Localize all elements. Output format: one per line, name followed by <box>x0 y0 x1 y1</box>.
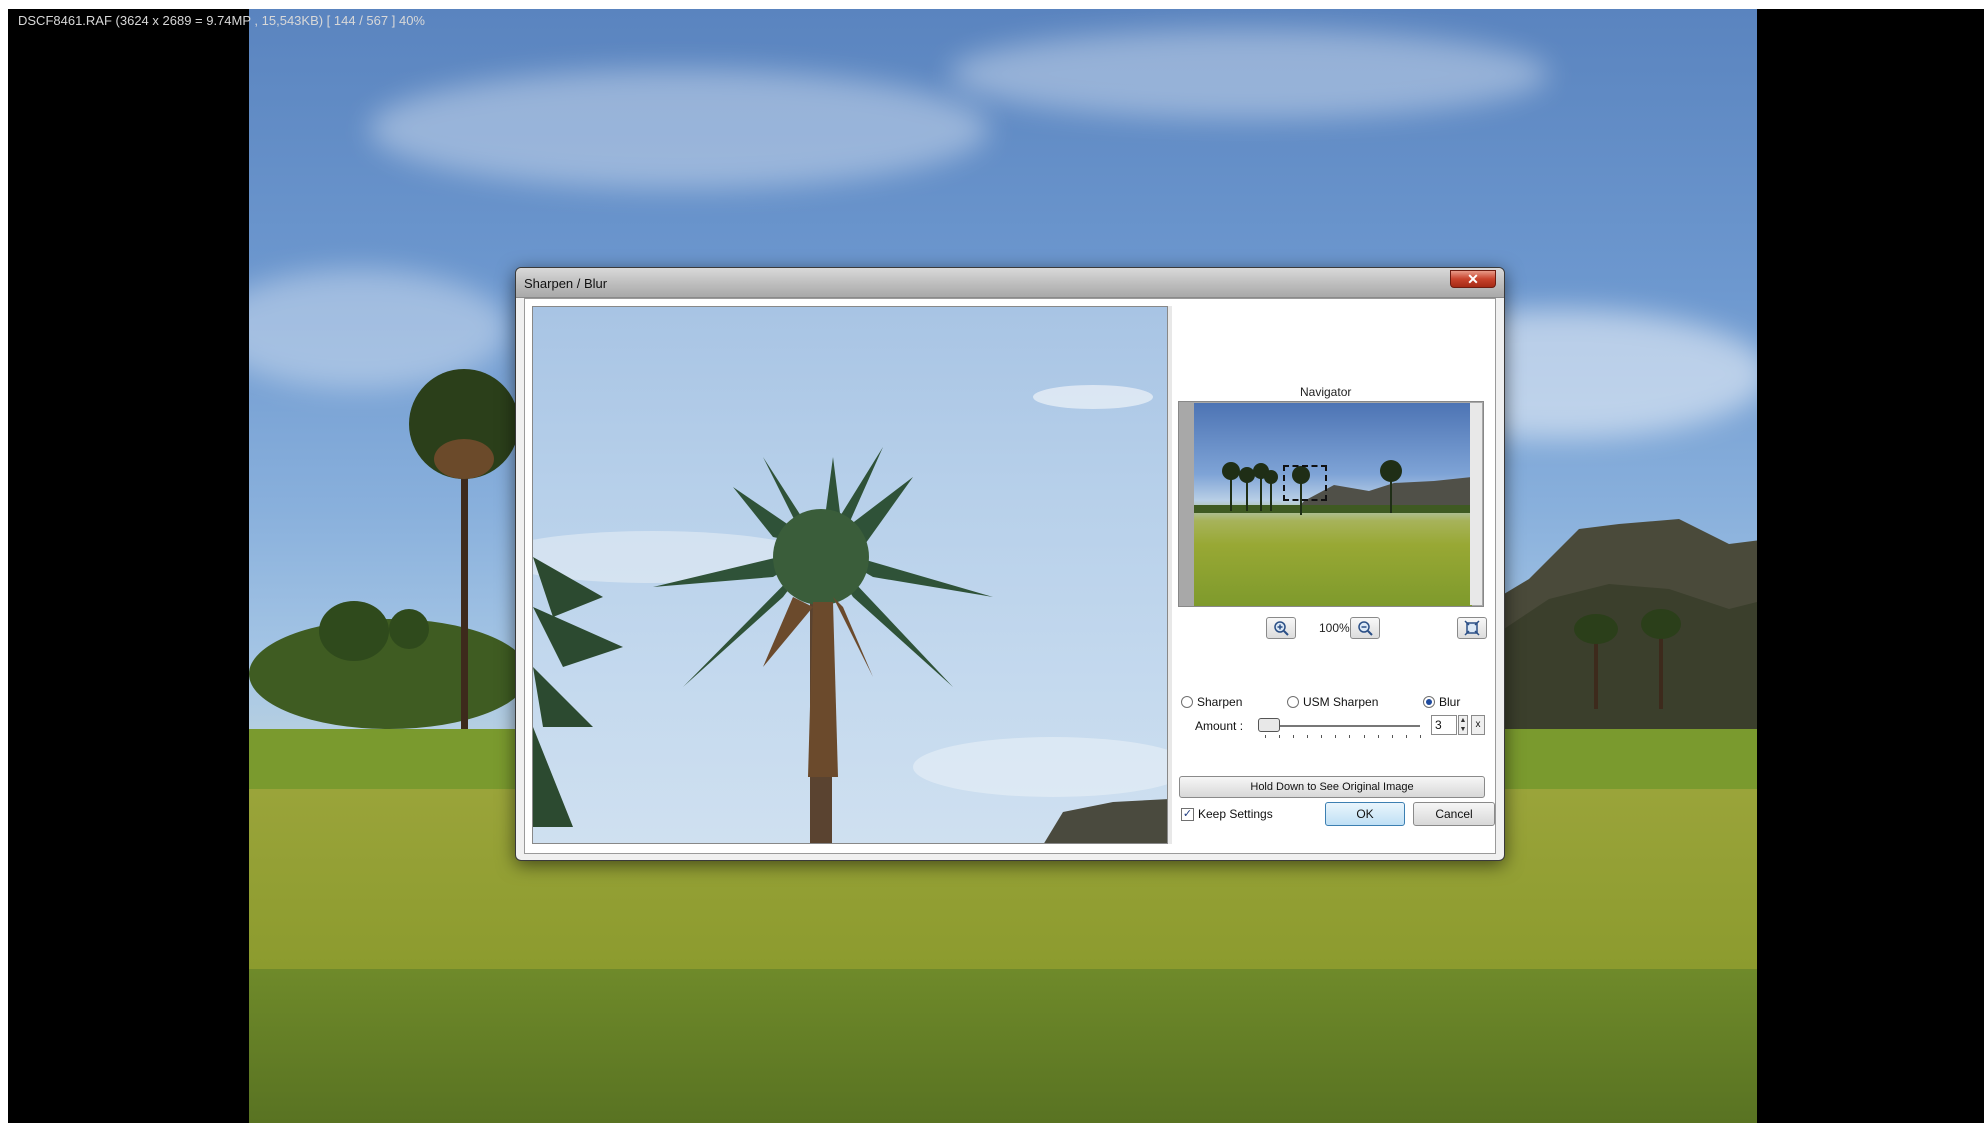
cancel-button[interactable]: Cancel <box>1413 802 1495 826</box>
keep-settings-label: Keep Settings <box>1198 807 1273 821</box>
amount-reset-button[interactable]: x <box>1471 715 1485 735</box>
mode-blur-option[interactable]: Blur <box>1423 695 1460 709</box>
zoom-out-icon <box>1358 621 1373 636</box>
dialog-titlebar[interactable]: Sharpen / Blur ✕ <box>516 268 1504 298</box>
amount-slider-ticks <box>1265 735 1421 739</box>
zoom-out-button[interactable] <box>1350 617 1380 639</box>
sharpen-blur-dialog: Sharpen / Blur ✕ Navigator 100% Sharpen … <box>515 267 1505 861</box>
hold-original-button[interactable]: Hold Down to See Original Image <box>1179 776 1485 798</box>
zoom-in-icon <box>1274 621 1289 636</box>
file-info-status: DSCF8461.RAF (3624 x 2689 = 9.74MP , 15,… <box>18 13 425 28</box>
sharpen-radio[interactable] <box>1181 696 1193 708</box>
ok-button[interactable]: OK <box>1325 802 1405 826</box>
mode-sharpen-option[interactable]: Sharpen <box>1181 695 1242 709</box>
dialog-body: Navigator 100% Sharpen USM Sharpen Blur … <box>524 298 1496 854</box>
blur-label: Blur <box>1439 695 1461 709</box>
navigator-panel <box>1178 401 1484 607</box>
navigator-scrollbar[interactable] <box>1470 403 1482 605</box>
close-button[interactable]: ✕ <box>1450 270 1496 288</box>
fit-to-window-button[interactable] <box>1457 617 1487 639</box>
fit-to-window-icon <box>1464 620 1480 636</box>
navigator-label: Navigator <box>1300 385 1352 399</box>
usm-sharpen-label: USM Sharpen <box>1303 695 1379 709</box>
keep-settings-checkbox[interactable]: ✓ <box>1181 807 1194 821</box>
amount-slider-track[interactable] <box>1260 725 1420 727</box>
amount-spinner[interactable]: ▲ ▼ <box>1458 715 1468 735</box>
zoom-level: 100% <box>1319 621 1350 635</box>
amount-input[interactable]: 3 <box>1431 715 1457 735</box>
effect-preview[interactable] <box>532 306 1168 844</box>
amount-label: Amount : <box>1195 719 1244 733</box>
navigator-landscape <box>1194 460 1472 515</box>
preview-palm-image <box>533 385 1167 843</box>
navigator-thumbnail[interactable] <box>1194 403 1472 606</box>
mode-usm-sharpen-option[interactable]: USM Sharpen <box>1287 695 1378 709</box>
keep-settings-option[interactable]: ✓ Keep Settings <box>1181 807 1273 821</box>
usm-sharpen-radio[interactable] <box>1287 696 1299 708</box>
sharpen-label: Sharpen <box>1197 695 1243 709</box>
blur-radio[interactable] <box>1423 696 1435 708</box>
navigator-viewport-marker[interactable] <box>1283 465 1327 501</box>
dialog-title: Sharpen / Blur <box>524 276 608 291</box>
amount-slider-thumb[interactable] <box>1258 718 1280 732</box>
image-viewer: DSCF8461.RAF (3624 x 2689 = 9.74MP , 15,… <box>8 9 1984 1123</box>
preview-scrollbar[interactable] <box>1168 306 1172 844</box>
close-icon: ✕ <box>1467 271 1479 287</box>
zoom-in-button[interactable] <box>1266 617 1296 639</box>
